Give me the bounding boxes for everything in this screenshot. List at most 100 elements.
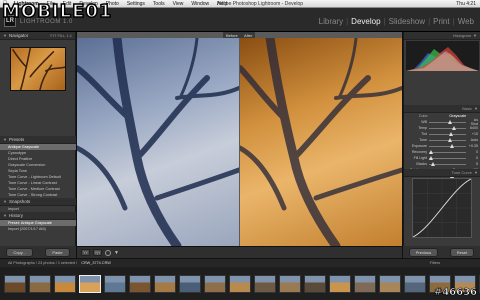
histogram-header[interactable]: Histogram ▼ <box>404 32 480 40</box>
slider-track[interactable] <box>429 119 466 124</box>
slider-label: Tone <box>419 138 427 142</box>
slider-track[interactable] <box>429 161 466 166</box>
slider-track[interactable] <box>429 143 466 148</box>
filmstrip-thumbnail[interactable] <box>129 274 151 293</box>
module-print[interactable]: Print <box>433 17 449 26</box>
slider-label: Tint <box>421 132 427 136</box>
filmstrip-thumbnail[interactable] <box>4 274 26 293</box>
collapse-triangle-icon: ▼ <box>474 106 478 111</box>
slider-knob-icon[interactable] <box>430 161 435 166</box>
treatment-color[interactable]: Color <box>419 114 428 118</box>
tone-curve-graph[interactable] <box>412 178 472 238</box>
presets-header[interactable]: ▼ Presets <box>0 136 76 144</box>
filmstrip-thumbnail[interactable] <box>229 274 251 293</box>
filmstrip-thumbnail[interactable] <box>104 274 126 293</box>
history-header[interactable]: ▼ History <box>0 212 76 220</box>
snapshots-header[interactable]: ▼ Snapshots <box>0 198 76 206</box>
module-slideshow[interactable]: Slideshow <box>389 17 425 26</box>
slider-knob-icon[interactable] <box>449 143 454 148</box>
before-after-view: Before After <box>77 32 402 246</box>
slider-track[interactable] <box>429 155 466 160</box>
collapse-triangle-icon: ▼ <box>3 199 7 204</box>
module-library[interactable]: Library <box>319 17 343 26</box>
filmstrip-thumbnail[interactable] <box>404 274 426 293</box>
paste-button[interactable]: Paste <box>45 247 70 257</box>
slider-knob-icon[interactable] <box>449 131 454 136</box>
slider-track[interactable] <box>429 131 466 136</box>
module-separator: | <box>452 17 455 26</box>
slider-value: Auto <box>470 138 478 142</box>
slider-knob-icon[interactable] <box>429 149 433 154</box>
filmstrip-thumbnail[interactable] <box>29 274 51 293</box>
module-separator: | <box>346 17 349 26</box>
menu-file[interactable]: File <box>43 1 59 7</box>
lightroom-badge-icon: LR <box>4 15 16 27</box>
collapse-triangle-icon: ▼ <box>3 33 7 38</box>
filmstrip-source-info[interactable]: All Photographs / 23 photos / 1 selected… <box>8 261 77 265</box>
toolbar-menu-icon[interactable]: ▼ <box>114 250 119 256</box>
slider-knob-icon[interactable] <box>429 155 433 160</box>
menu-view[interactable]: View <box>169 1 188 7</box>
left-panel: ▼ Navigator FIT FILL 1:1 ▼ Presets Antiq… <box>0 32 76 246</box>
menu-photo[interactable]: Photo <box>102 1 123 7</box>
histogram <box>406 41 479 71</box>
menu-tools[interactable]: Tools <box>149 1 169 7</box>
collapse-triangle-icon: ▼ <box>473 33 477 38</box>
right-panel: Histogram ▼ Basic ▼ Color Grayscale WB As… <box>403 32 480 246</box>
module-web[interactable]: Web <box>458 17 474 26</box>
navigator-preview[interactable] <box>10 47 66 91</box>
treatment-grayscale[interactable]: Grayscale <box>449 114 466 118</box>
filmstrip-thumbnail[interactable] <box>304 274 326 293</box>
left-panel-buttons: Copy... Paste <box>0 246 76 258</box>
slider-knob-icon[interactable] <box>447 137 452 142</box>
filmstrip-thumbnail[interactable] <box>379 274 401 293</box>
slider-label: Recovery <box>411 150 427 154</box>
apple-icon[interactable]:  <box>0 1 10 7</box>
slider-knob-icon[interactable] <box>451 125 456 130</box>
copy-button[interactable]: Copy... <box>6 247 33 257</box>
reset-button[interactable]: Reset <box>449 247 475 257</box>
right-panel-buttons: Previous Reset <box>403 246 480 258</box>
white-balance-selector-icon[interactable] <box>105 249 111 256</box>
module-develop[interactable]: Develop <box>351 17 380 26</box>
navigator-header[interactable]: ▼ Navigator FIT FILL 1:1 <box>0 32 75 40</box>
history-item[interactable]: Import (2007/1/17 AM) <box>0 226 76 232</box>
filmstrip-thumbnail[interactable] <box>54 274 76 293</box>
filmstrip-thumbnail[interactable] <box>179 274 201 293</box>
watermark: #46636 <box>433 287 478 299</box>
zoom-level[interactable]: 1:1 <box>66 33 72 38</box>
window-title: Adobe Photoshop Lightroom - Develop <box>216 0 304 7</box>
filters-label[interactable]: Filters <box>430 261 480 265</box>
menu-app-name[interactable]: Lightroom <box>10 1 43 7</box>
filmstrip-thumbnail[interactable] <box>279 274 301 293</box>
menu-develop[interactable]: Develop <box>75 1 101 7</box>
menu-settings[interactable]: Settings <box>123 1 149 7</box>
slider-value: 0 <box>476 156 478 160</box>
view-mode-before-after-button[interactable]: YY <box>81 249 90 256</box>
app-label: LIGHTROOM 1.0 <box>20 19 73 25</box>
slider-track[interactable] <box>429 125 466 130</box>
basic-header[interactable]: Basic ▼ <box>404 105 480 113</box>
slider-knob-icon[interactable] <box>447 119 452 124</box>
filmstrip-thumbnail[interactable] <box>354 274 376 293</box>
module-separator: | <box>383 17 386 26</box>
slider-track[interactable] <box>429 149 466 154</box>
zoom-fill[interactable]: FILL <box>57 33 65 38</box>
previous-button[interactable]: Previous <box>408 247 439 257</box>
slider-track[interactable] <box>429 137 466 142</box>
slider-label: Temp <box>418 126 427 130</box>
module-separator: | <box>428 17 431 26</box>
filmstrip-thumbnail[interactable] <box>329 274 351 293</box>
filmstrip-thumbnail[interactable] <box>154 274 176 293</box>
tone-curve-header[interactable]: Tone Curve ▼ <box>404 169 480 177</box>
menu-edit[interactable]: Edit <box>59 1 76 7</box>
filmstrip-thumbnail[interactable] <box>204 274 226 293</box>
before-photo[interactable] <box>77 38 239 246</box>
tone-curve-panel: Tone Curve ▼ <box>404 169 480 238</box>
filmstrip-thumbnail[interactable] <box>254 274 276 293</box>
zoom-fit[interactable]: FIT <box>50 33 56 38</box>
view-mode-split-button[interactable]: Y|Y <box>93 249 102 256</box>
collapse-triangle-icon: ▼ <box>474 170 478 175</box>
filmstrip-thumbnail[interactable] <box>79 274 101 293</box>
after-photo[interactable] <box>240 38 402 246</box>
